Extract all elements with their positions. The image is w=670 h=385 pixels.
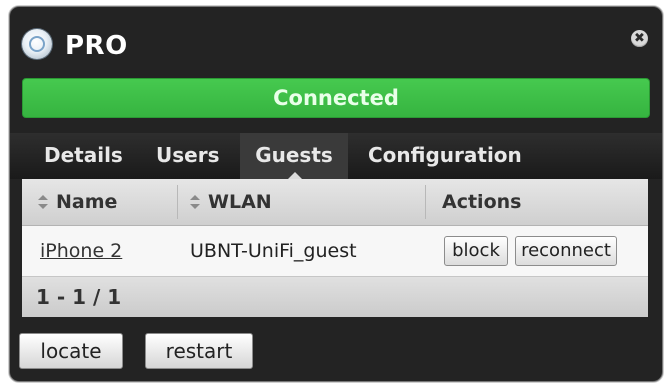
column-divider	[425, 185, 426, 219]
table-footer: 1 - 1 / 1	[22, 277, 648, 317]
column-header-name-label: Name	[56, 191, 118, 213]
sort-icon	[190, 195, 200, 209]
restart-button[interactable]: restart	[145, 333, 253, 369]
device-status-icon	[22, 29, 52, 59]
guest-wlan: UBNT-UniFi_guest	[190, 240, 357, 262]
column-header-wlan[interactable]: WLAN	[190, 179, 272, 225]
pagination-info: 1 - 1 / 1	[36, 285, 122, 309]
table-header: Name WLAN Actions	[22, 179, 648, 226]
close-icon[interactable]: ✖	[631, 30, 648, 47]
column-header-name[interactable]: Name	[38, 179, 117, 225]
sort-icon	[38, 195, 48, 209]
tab-configuration[interactable]: Configuration	[368, 133, 522, 179]
column-header-actions: Actions	[442, 191, 522, 213]
column-divider	[177, 185, 178, 219]
block-button[interactable]: block	[444, 236, 508, 266]
connection-status-bar: Connected	[22, 78, 650, 118]
device-icon-ring	[29, 36, 45, 52]
column-header-wlan-label: WLAN	[208, 191, 272, 213]
device-panel: PRO ✖ Connected Details Users Guests Con…	[9, 6, 663, 382]
table-row: iPhone 2 UBNT-UniFi_guest block reconnec…	[22, 226, 648, 277]
tab-users[interactable]: Users	[156, 133, 219, 179]
reconnect-button[interactable]: reconnect	[515, 236, 617, 266]
guests-table: Name WLAN Actions iPhone 2 UBNT-UniFi_gu…	[22, 179, 648, 317]
tab-bar: Details Users Guests Configuration	[10, 133, 662, 179]
guest-name-link[interactable]: iPhone 2	[40, 226, 122, 276]
locate-button[interactable]: locate	[19, 333, 123, 369]
tab-details[interactable]: Details	[44, 133, 123, 179]
title-bar: PRO ✖	[10, 7, 662, 77]
device-title: PRO	[65, 31, 128, 61]
